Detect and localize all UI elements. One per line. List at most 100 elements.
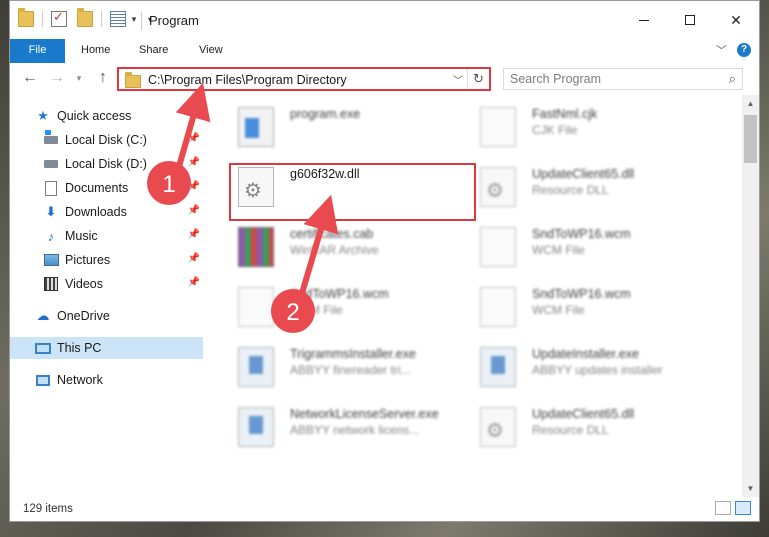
file-item[interactable]: program.exe — [234, 101, 469, 153]
file-name: SndToWP16.wcm — [290, 287, 389, 301]
properties-check-icon[interactable] — [51, 9, 67, 27]
sidebar-item-label: Pictures — [65, 253, 111, 267]
installer-icon — [238, 407, 274, 447]
file-item[interactable]: certificates.cab WinRAR Archive — [234, 221, 469, 273]
chevron-down-icon[interactable]: ﹀ — [453, 72, 463, 87]
file-type: WCM File — [532, 303, 585, 317]
maximize-icon — [685, 15, 695, 25]
address-path[interactable]: C:\Program Files\Program Directory — [148, 73, 347, 87]
details-view-icon[interactable] — [715, 501, 731, 515]
file-item[interactable]: UpdateInstaller.exe ABBYY updates instal… — [476, 341, 711, 393]
file-type: WinRAR Archive — [290, 243, 379, 257]
status-bar: 129 items — [10, 497, 759, 521]
pin-icon[interactable]: 📌 — [188, 157, 200, 168]
file-name: SndToWP16.wcm — [532, 287, 631, 301]
tab-home[interactable]: Home — [67, 39, 124, 61]
tab-share[interactable]: Share — [125, 39, 182, 61]
file-item[interactable]: SndToWP16.wcm WCM File — [476, 281, 711, 333]
dll-gear-icon — [480, 167, 516, 207]
new-folder-icon[interactable] — [77, 8, 93, 27]
navigation-pane: ★ Quick access Local Disk (C:) 📌 Local D… — [10, 101, 206, 491]
pin-icon[interactable]: 📌 — [188, 205, 200, 216]
sidebar-item-documents[interactable]: Documents 📌 — [10, 177, 203, 199]
minimize-icon — [639, 19, 649, 21]
file-name: TrigrammsInstaller.exe — [290, 347, 416, 361]
scroll-up-icon[interactable]: ▲ — [742, 95, 759, 112]
onedrive-icon: ☁ — [36, 308, 50, 323]
search-box[interactable]: ⌕ — [503, 68, 743, 90]
address-bar[interactable]: C:\Program Files\Program Directory ﹀ ↻ — [117, 67, 491, 91]
file-type: WCM File — [532, 243, 585, 257]
file-name: NetworkLicenseServer.exe — [290, 407, 439, 421]
file-item[interactable]: NetworkLicenseServer.exe ABBYY network l… — [234, 401, 469, 453]
documents-icon — [45, 180, 57, 196]
pin-icon[interactable]: 📌 — [188, 133, 200, 144]
tab-view[interactable]: View — [185, 39, 237, 61]
sidebar-item-onedrive[interactable]: ☁ OneDrive — [10, 305, 203, 327]
sidebar-item-this-pc[interactable]: This PC — [10, 337, 203, 359]
close-button[interactable]: ✕ — [713, 1, 759, 39]
sidebar-item-videos[interactable]: Videos 📌 — [10, 273, 203, 295]
expand-ribbon-icon[interactable]: ﹀ — [716, 42, 727, 58]
file-item[interactable]: SndToWP16.wcm WCM File — [476, 221, 711, 273]
file-item[interactable]: UpdateClient65.dll Resource DLL — [476, 161, 711, 213]
sidebar-item-label: Music — [65, 229, 98, 243]
pictures-icon — [43, 254, 59, 266]
vertical-scrollbar[interactable]: ▲ ▼ — [742, 95, 759, 497]
up-arrow-icon[interactable]: ↑ — [94, 69, 112, 87]
file-item[interactable]: TrigrammsInstaller.exe ABBYY finereader … — [234, 341, 469, 393]
file-item[interactable]: UpdateClient65.dll Resource DLL — [476, 401, 711, 453]
scroll-down-icon[interactable]: ▼ — [742, 480, 759, 497]
pin-icon[interactable]: 📌 — [188, 229, 200, 240]
file-name: UpdateClient65.dll — [532, 407, 635, 421]
ribbon-tabs: File Home Share View ﹀ ? — [10, 39, 759, 91]
pin-icon[interactable]: 📌 — [188, 253, 200, 264]
back-arrow-icon[interactable]: ← — [21, 69, 39, 87]
file-type: ABBYY network licens... — [290, 423, 420, 437]
navigation-bar: ← → ▾ ↑ C:\Program Files\Program Directo… — [10, 63, 759, 95]
folder-icon — [125, 72, 141, 88]
maximize-button[interactable] — [667, 1, 713, 39]
sidebar-item-music[interactable]: ♪ Music 📌 — [10, 225, 203, 247]
sidebar-item-downloads[interactable]: ⬇ Downloads 📌 — [10, 201, 203, 223]
file-icon — [480, 287, 516, 327]
pin-icon[interactable]: 📌 — [188, 277, 200, 288]
minimize-button[interactable] — [621, 1, 667, 39]
file-icon — [480, 227, 516, 267]
sidebar-item-label: Local Disk (D:) — [65, 157, 147, 171]
quick-access-toolbar: ▼ ▾ — [18, 8, 152, 27]
music-icon: ♪ — [47, 228, 55, 244]
file-name: program.exe — [290, 107, 361, 121]
refresh-icon[interactable]: ↻ — [467, 69, 489, 89]
sidebar-item-label: Network — [57, 373, 103, 387]
view-options-icon[interactable] — [110, 11, 126, 27]
file-type: WCM File — [290, 303, 343, 317]
search-input[interactable] — [510, 71, 710, 87]
item-count: 129 items — [23, 503, 73, 515]
large-icons-view-icon[interactable] — [735, 501, 751, 515]
file-name: certificates.cab — [290, 227, 374, 241]
file-item[interactable]: FastNml.cjk CJK File — [476, 101, 711, 153]
sidebar-item-label: Documents — [65, 181, 129, 195]
file-type: ABBYY finereader tri... — [290, 363, 411, 377]
sidebar-item-local-disk-c[interactable]: Local Disk (C:) 📌 — [10, 129, 203, 151]
search-icon[interactable]: ⌕ — [729, 71, 736, 87]
scrollbar-thumb[interactable] — [744, 115, 757, 163]
installer-icon — [238, 347, 274, 387]
help-icon[interactable]: ? — [737, 43, 751, 57]
chevron-down-icon[interactable]: ▼ — [130, 15, 138, 24]
sidebar-item-label: Local Disk (C:) — [65, 133, 147, 147]
sidebar-item-quick-access[interactable]: ★ Quick access — [10, 105, 203, 127]
sidebar-item-local-disk-d[interactable]: Local Disk (D:) 📌 — [10, 153, 203, 175]
file-list: program.exe FastNml.cjk CJK File g606f32… — [210, 95, 742, 489]
local-disk-icon — [44, 130, 58, 144]
sidebar-item-pictures[interactable]: Pictures 📌 — [10, 249, 203, 271]
sidebar-item-label: This PC — [57, 341, 102, 355]
sidebar-item-network[interactable]: Network — [10, 369, 203, 391]
file-item[interactable]: SndToWP16.wcm WCM File — [234, 281, 469, 333]
forward-arrow-icon[interactable]: → — [48, 69, 66, 87]
recent-locations-icon[interactable]: ▾ — [70, 69, 88, 87]
pin-icon[interactable]: 📌 — [188, 181, 200, 192]
file-icon — [480, 107, 516, 147]
folder-icon — [18, 8, 34, 27]
